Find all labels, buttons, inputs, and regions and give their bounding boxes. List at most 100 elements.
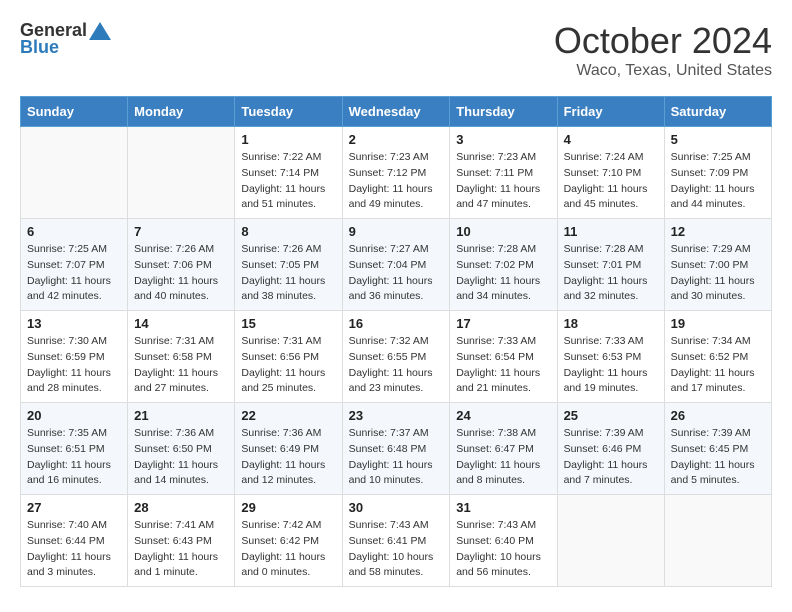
day-number: 2 <box>349 132 444 147</box>
day-number: 6 <box>27 224 121 239</box>
calendar-table: SundayMondayTuesdayWednesdayThursdayFrid… <box>20 96 772 587</box>
day-info: Sunrise: 7:34 AMSunset: 6:52 PMDaylight:… <box>671 334 765 397</box>
day-number: 13 <box>27 316 121 331</box>
calendar-cell: 28 Sunrise: 7:41 AMSunset: 6:43 PMDayligh… <box>128 495 235 587</box>
calendar-cell: 15 Sunrise: 7:31 AMSunset: 6:56 PMDayligh… <box>235 311 342 403</box>
day-number: 10 <box>456 224 550 239</box>
day-number: 29 <box>241 500 335 515</box>
calendar-cell: 19 Sunrise: 7:34 AMSunset: 6:52 PMDayligh… <box>664 311 771 403</box>
calendar-cell: 17 Sunrise: 7:33 AMSunset: 6:54 PMDayligh… <box>450 311 557 403</box>
page-header: General Blue October 2024 Waco, Texas, U… <box>20 20 772 80</box>
calendar-cell: 24 Sunrise: 7:38 AMSunset: 6:47 PMDayligh… <box>450 403 557 495</box>
calendar-cell: 25 Sunrise: 7:39 AMSunset: 6:46 PMDayligh… <box>557 403 664 495</box>
day-number: 21 <box>134 408 228 423</box>
day-info: Sunrise: 7:39 AMSunset: 6:45 PMDaylight:… <box>671 426 765 489</box>
calendar-cell: 12 Sunrise: 7:29 AMSunset: 7:00 PMDayligh… <box>664 219 771 311</box>
calendar-cell <box>128 127 235 219</box>
day-info: Sunrise: 7:26 AMSunset: 7:06 PMDaylight:… <box>134 242 228 305</box>
calendar-cell: 20 Sunrise: 7:35 AMSunset: 6:51 PMDayligh… <box>21 403 128 495</box>
calendar-cell: 26 Sunrise: 7:39 AMSunset: 6:45 PMDayligh… <box>664 403 771 495</box>
calendar-cell: 14 Sunrise: 7:31 AMSunset: 6:58 PMDayligh… <box>128 311 235 403</box>
day-number: 25 <box>564 408 658 423</box>
day-info: Sunrise: 7:28 AMSunset: 7:02 PMDaylight:… <box>456 242 550 305</box>
calendar-cell: 3Sunrise: 7:23 AMSunset: 7:11 PMDaylight… <box>450 127 557 219</box>
day-number: 20 <box>27 408 121 423</box>
day-info: Sunrise: 7:24 AMSunset: 7:10 PMDaylight:… <box>564 150 658 213</box>
day-info: Sunrise: 7:41 AMSunset: 6:43 PMDaylight:… <box>134 518 228 581</box>
day-info: Sunrise: 7:37 AMSunset: 6:48 PMDaylight:… <box>349 426 444 489</box>
day-info: Sunrise: 7:43 AMSunset: 6:41 PMDaylight:… <box>349 518 444 581</box>
day-info: Sunrise: 7:35 AMSunset: 6:51 PMDaylight:… <box>27 426 121 489</box>
calendar-cell: 29Sunrise: 7:42 AMSunset: 6:42 PMDayligh… <box>235 495 342 587</box>
day-header-friday: Friday <box>557 97 664 127</box>
day-number: 18 <box>564 316 658 331</box>
day-number: 4 <box>564 132 658 147</box>
calendar-cell: 8 Sunrise: 7:26 AMSunset: 7:05 PMDaylight… <box>235 219 342 311</box>
day-header-thursday: Thursday <box>450 97 557 127</box>
calendar-cell: 16 Sunrise: 7:32 AMSunset: 6:55 PMDayligh… <box>342 311 450 403</box>
day-number: 3 <box>456 132 550 147</box>
calendar-cell: 23 Sunrise: 7:37 AMSunset: 6:48 PMDayligh… <box>342 403 450 495</box>
calendar-cell: 31 Sunrise: 7:43 AMSunset: 6:40 PMDayligh… <box>450 495 557 587</box>
calendar-cell: 4 Sunrise: 7:24 AMSunset: 7:10 PMDaylight… <box>557 127 664 219</box>
day-info: Sunrise: 7:23 AMSunset: 7:12 PMDaylight:… <box>349 150 444 213</box>
calendar-cell: 30Sunrise: 7:43 AMSunset: 6:41 PMDayligh… <box>342 495 450 587</box>
day-info: Sunrise: 7:31 AMSunset: 6:56 PMDaylight:… <box>241 334 335 397</box>
calendar-cell <box>557 495 664 587</box>
title-block: October 2024 Waco, Texas, United States <box>554 20 772 80</box>
day-number: 15 <box>241 316 335 331</box>
day-info: Sunrise: 7:26 AMSunset: 7:05 PMDaylight:… <box>241 242 335 305</box>
day-number: 31 <box>456 500 550 515</box>
calendar-cell: 22 Sunrise: 7:36 AMSunset: 6:49 PMDayligh… <box>235 403 342 495</box>
day-number: 1 <box>241 132 335 147</box>
calendar-header-row: SundayMondayTuesdayWednesdayThursdayFrid… <box>21 97 772 127</box>
day-header-wednesday: Wednesday <box>342 97 450 127</box>
day-header-monday: Monday <box>128 97 235 127</box>
day-number: 5 <box>671 132 765 147</box>
day-info: Sunrise: 7:43 AMSunset: 6:40 PMDaylight:… <box>456 518 550 581</box>
location-title: Waco, Texas, United States <box>554 62 772 80</box>
day-number: 12 <box>671 224 765 239</box>
logo-blue-text: Blue <box>20 37 59 58</box>
day-info: Sunrise: 7:40 AMSunset: 6:44 PMDaylight:… <box>27 518 121 581</box>
day-info: Sunrise: 7:36 AMSunset: 6:49 PMDaylight:… <box>241 426 335 489</box>
calendar-cell: 7 Sunrise: 7:26 AMSunset: 7:06 PMDaylight… <box>128 219 235 311</box>
calendar-week-row: 20 Sunrise: 7:35 AMSunset: 6:51 PMDayligh… <box>21 403 772 495</box>
calendar-week-row: 27Sunrise: 7:40 AMSunset: 6:44 PMDayligh… <box>21 495 772 587</box>
day-info: Sunrise: 7:25 AMSunset: 7:07 PMDaylight:… <box>27 242 121 305</box>
day-number: 22 <box>241 408 335 423</box>
day-number: 9 <box>349 224 444 239</box>
calendar-cell: 10 Sunrise: 7:28 AMSunset: 7:02 PMDayligh… <box>450 219 557 311</box>
day-header-tuesday: Tuesday <box>235 97 342 127</box>
day-info: Sunrise: 7:27 AMSunset: 7:04 PMDaylight:… <box>349 242 444 305</box>
day-number: 7 <box>134 224 228 239</box>
logo: General Blue <box>20 20 111 58</box>
calendar-cell: 1Sunrise: 7:22 AMSunset: 7:14 PMDaylight… <box>235 127 342 219</box>
day-info: Sunrise: 7:31 AMSunset: 6:58 PMDaylight:… <box>134 334 228 397</box>
day-number: 19 <box>671 316 765 331</box>
calendar-cell <box>21 127 128 219</box>
calendar-cell: 9 Sunrise: 7:27 AMSunset: 7:04 PMDaylight… <box>342 219 450 311</box>
day-number: 26 <box>671 408 765 423</box>
day-number: 11 <box>564 224 658 239</box>
calendar-cell: 11Sunrise: 7:28 AMSunset: 7:01 PMDayligh… <box>557 219 664 311</box>
logo-triangle-icon <box>89 22 111 40</box>
calendar-cell: 18 Sunrise: 7:33 AMSunset: 6:53 PMDayligh… <box>557 311 664 403</box>
day-info: Sunrise: 7:38 AMSunset: 6:47 PMDaylight:… <box>456 426 550 489</box>
calendar-week-row: 13Sunrise: 7:30 AMSunset: 6:59 PMDayligh… <box>21 311 772 403</box>
day-info: Sunrise: 7:33 AMSunset: 6:54 PMDaylight:… <box>456 334 550 397</box>
day-number: 24 <box>456 408 550 423</box>
calendar-cell <box>664 495 771 587</box>
day-info: Sunrise: 7:29 AMSunset: 7:00 PMDaylight:… <box>671 242 765 305</box>
day-header-saturday: Saturday <box>664 97 771 127</box>
day-info: Sunrise: 7:32 AMSunset: 6:55 PMDaylight:… <box>349 334 444 397</box>
day-number: 16 <box>349 316 444 331</box>
day-number: 8 <box>241 224 335 239</box>
day-number: 28 <box>134 500 228 515</box>
day-header-sunday: Sunday <box>21 97 128 127</box>
day-number: 23 <box>349 408 444 423</box>
day-info: Sunrise: 7:39 AMSunset: 6:46 PMDaylight:… <box>564 426 658 489</box>
day-number: 14 <box>134 316 228 331</box>
day-number: 17 <box>456 316 550 331</box>
day-info: Sunrise: 7:33 AMSunset: 6:53 PMDaylight:… <box>564 334 658 397</box>
